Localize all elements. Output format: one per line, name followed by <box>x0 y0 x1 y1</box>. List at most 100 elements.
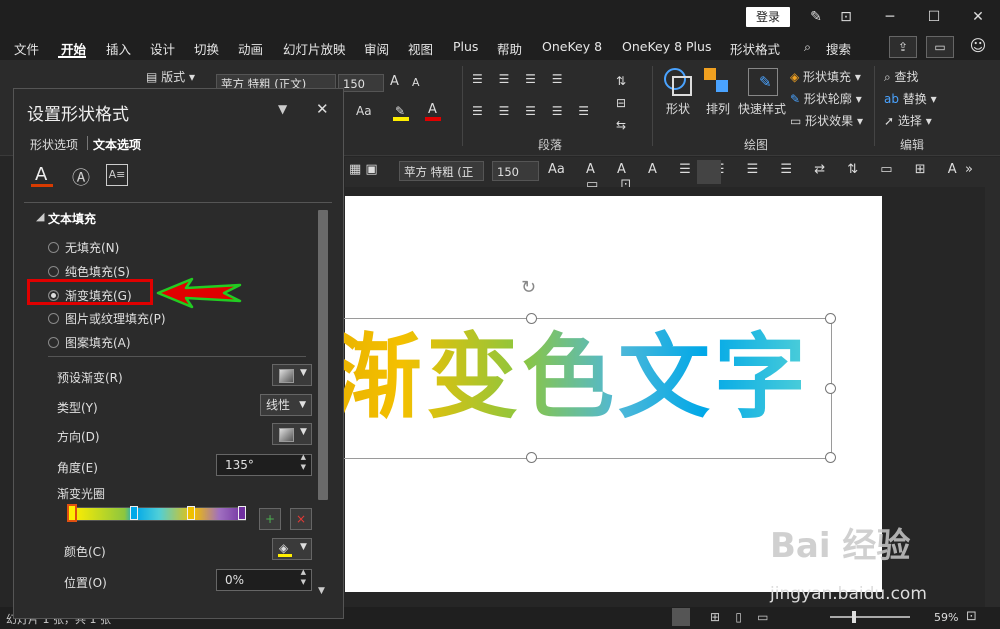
menu-design[interactable]: 设计 <box>150 39 175 58</box>
menu-onekey8plus[interactable]: OneKey 8 Plus <box>622 39 711 54</box>
gradient-stop[interactable] <box>187 506 195 520</box>
gradient-stops-label: 渐变光圈 <box>57 487 106 501</box>
mini-toolbar-icons-left[interactable]: ▦ ▣ <box>349 162 378 177</box>
type-dropdown[interactable]: 线性 ▼ <box>260 394 312 416</box>
tab-shape-options[interactable]: 形状选项 <box>30 136 78 153</box>
find-label: 查找 <box>894 70 919 84</box>
gradient-stop[interactable] <box>130 506 138 520</box>
menu-plus[interactable]: Plus <box>453 39 478 54</box>
arrange-label[interactable]: 排列 <box>706 100 730 117</box>
comment-icon[interactable]: ▭ <box>926 36 954 58</box>
radio-no-fill[interactable]: 无填充(N) <box>48 239 119 256</box>
vertical-scrollbar[interactable] <box>985 187 1000 607</box>
rotate-handle-icon[interactable]: ↻ <box>521 277 536 298</box>
shape-icon[interactable] <box>664 68 692 96</box>
menu-review[interactable]: 审阅 <box>364 39 389 58</box>
menu-transitions[interactable]: 切换 <box>194 39 219 58</box>
resize-handle[interactable] <box>526 313 537 324</box>
shape-outline-button[interactable]: ✎ 形状轮廓 ▾ <box>790 90 862 107</box>
menu-search[interactable]: 搜索 <box>826 39 851 58</box>
menu-shape-format[interactable]: 形状格式 <box>730 39 780 58</box>
fit-slide-icon[interactable]: ⊡ <box>966 609 977 624</box>
close-icon[interactable]: ✕ <box>966 6 990 28</box>
zoom-thumb[interactable] <box>852 611 856 623</box>
pane-close-icon[interactable]: ✕ <box>316 100 329 118</box>
quick-style-icon[interactable]: ✎ <box>748 68 778 96</box>
align-buttons[interactable]: ☰ ☰ ☰ ☰ ☰ <box>472 104 595 118</box>
minimize-icon[interactable]: ─ <box>878 6 902 28</box>
preset-gradient-button[interactable]: ▼ <box>272 364 312 386</box>
ribbon-display-icon[interactable]: ⊡ <box>834 6 858 28</box>
pane-options-icon[interactable]: ▼ <box>278 102 287 116</box>
share-icon[interactable]: ⇪ <box>889 36 917 58</box>
gradient-stop-selected[interactable] <box>67 504 77 522</box>
radio-icon <box>48 266 59 277</box>
menu-onekey8[interactable]: OneKey 8 <box>542 39 602 54</box>
text-fill-icon[interactable]: A <box>31 164 53 188</box>
font-grow-button[interactable]: A <box>390 74 399 89</box>
resize-handle[interactable] <box>526 452 537 463</box>
mini-font-size-combo[interactable]: 150 <box>492 161 539 181</box>
normal-view-icon[interactable] <box>672 608 690 626</box>
menu-slideshow[interactable]: 幻灯片放映 <box>283 39 346 58</box>
collapse-icon[interactable]: ◢ <box>36 210 44 223</box>
select-button[interactable]: ➚ 选择 ▾ <box>884 112 932 129</box>
search-icon[interactable]: ⌕ <box>804 39 811 55</box>
textbox-icon[interactable]: A≡ <box>106 164 128 186</box>
resize-handle[interactable] <box>825 452 836 463</box>
zoom-level[interactable]: 59% <box>934 611 958 624</box>
radio-pattern-fill[interactable]: 图案填充(A) <box>48 334 131 351</box>
menu-view[interactable]: 视图 <box>408 39 433 58</box>
radio-picture-fill[interactable]: 图片或纹理填充(P) <box>48 310 166 327</box>
radio-solid-fill[interactable]: 纯色填充(S) <box>48 263 130 280</box>
smiley-icon[interactable]: ☺ <box>965 36 991 56</box>
pane-scrollbar[interactable] <box>318 210 328 500</box>
view-buttons[interactable]: ⊞ ▯ ▭ <box>710 610 769 624</box>
replace-button[interactable]: ab 替换 ▾ <box>884 90 937 107</box>
shape-effect-button[interactable]: ▭ 形状效果 ▾ <box>790 112 863 129</box>
zoom-slider[interactable] <box>830 616 910 618</box>
shape-fill-button[interactable]: ◈ 形状填充 ▾ <box>790 68 861 85</box>
select-label: 选择 <box>897 114 922 128</box>
gradient-bar[interactable] <box>72 507 246 521</box>
add-stop-icon[interactable]: + <box>259 508 281 530</box>
font-size-combo[interactable]: 150 <box>338 74 384 92</box>
spinner-icon[interactable]: ▲ ▼ <box>301 567 306 587</box>
color-picker-button[interactable]: ◈ ▼ <box>272 538 312 560</box>
resize-handle[interactable] <box>825 383 836 394</box>
layout-button[interactable]: ▤ 版式 ▾ <box>146 68 195 85</box>
angle-input[interactable]: 135° ▲ ▼ <box>216 452 312 476</box>
case-button[interactable]: Aa <box>356 104 372 118</box>
list-buttons[interactable]: ☰ ☰ ☰ ☰ <box>472 72 568 86</box>
font-color-icon[interactable]: A <box>425 102 443 121</box>
annotation-highlight <box>27 279 153 305</box>
quick-style-label[interactable]: 快速样式 <box>738 100 786 117</box>
arrange-icon[interactable] <box>704 68 730 94</box>
highlight-icon[interactable]: ✎ <box>393 102 411 121</box>
mini-case-button[interactable]: Aa <box>548 162 565 177</box>
menu-file[interactable]: 文件 <box>14 39 39 58</box>
remove-stop-icon[interactable]: × <box>290 508 312 530</box>
text-effects-icon[interactable]: Ⓐ <box>72 164 90 190</box>
resize-handle[interactable] <box>825 313 836 324</box>
direction-button[interactable]: ▼ <box>272 423 312 445</box>
maximize-icon[interactable]: ☐ <box>922 6 946 28</box>
section-text-fill[interactable]: 文本填充 <box>48 210 96 227</box>
position-input[interactable]: 0% ▲ ▼ <box>216 567 312 591</box>
mini-font-name-combo[interactable]: 苹方 特粗 (正 <box>399 161 484 181</box>
menu-insert[interactable]: 插入 <box>106 39 131 58</box>
login-button[interactable]: 登录 <box>746 7 790 27</box>
spinner-icon[interactable]: ▲ ▼ <box>301 452 306 472</box>
pane-scroll-down-icon[interactable]: ▼ <box>318 586 325 596</box>
pen-icon[interactable]: ✎ <box>804 6 828 28</box>
menu-animations[interactable]: 动画 <box>238 39 263 58</box>
find-button[interactable]: ⌕ 查找 <box>884 68 919 85</box>
font-shrink-button[interactable]: A <box>412 76 420 89</box>
gradient-stop[interactable] <box>238 506 246 520</box>
tab-divider <box>87 136 88 150</box>
menu-help[interactable]: 帮助 <box>497 39 522 58</box>
shape-label[interactable]: 形状 <box>666 100 690 117</box>
tab-text-options[interactable]: 文本选项 <box>93 136 141 153</box>
more-options-icon[interactable]: » <box>965 162 973 177</box>
text-direction-buttons[interactable]: ⇅ ⊟ ⇆ <box>616 70 626 136</box>
